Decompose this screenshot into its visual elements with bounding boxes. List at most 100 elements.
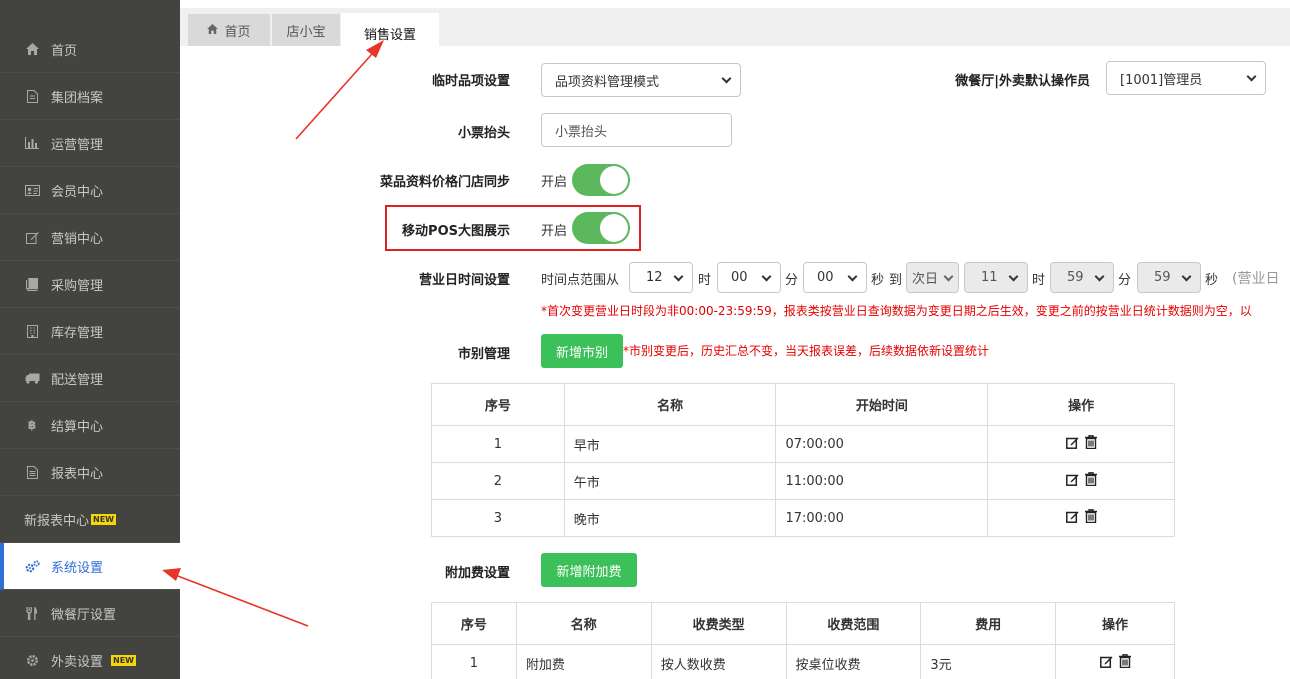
arrow-to-system-settings <box>162 568 309 627</box>
column-header: 开始时间 <box>775 383 989 426</box>
chevron-down-icon <box>761 271 772 282</box>
business-day-note: *首次变更营业日时段为非00:00-23:59:59，报表类按营业日查询数据为变… <box>541 304 1252 318</box>
truck-icon <box>24 371 40 385</box>
trash-icon[interactable] <box>1084 435 1097 450</box>
sidebar-item-label: 首页 <box>51 43 78 59</box>
chevron-down-icon <box>1181 271 1192 282</box>
sidebar-item-label: 会员中心 <box>51 184 104 200</box>
chevron-down-icon <box>673 271 684 282</box>
sidebar-item-inventory[interactable]: 库存管理 <box>0 308 180 355</box>
edit-icon[interactable] <box>1065 510 1079 523</box>
tab-home[interactable]: 首页 <box>188 14 270 46</box>
annotation-arrows <box>162 40 384 627</box>
trash-icon[interactable] <box>1084 472 1097 487</box>
sidebar-item-label: 系统设置 <box>51 560 104 576</box>
business-day-label: 营业日时间设置 <box>418 273 510 288</box>
cog-icon <box>24 653 40 667</box>
sidebar-item-home[interactable]: 首页 <box>0 26 180 73</box>
chevron-down-icon <box>847 271 858 282</box>
column-header: 名称 <box>563 383 777 426</box>
sidebar-item-micro-restaurant[interactable]: 微餐厅设置 <box>0 590 180 637</box>
bitcoin-icon: ฿ <box>27 418 37 432</box>
market-table: 序号 名称 开始时间 操作 1 早市 07:00:00 2 午市 11:00:0… <box>431 383 1175 537</box>
table-row: 3 晚市 17:00:00 <box>431 499 1175 537</box>
column-header: 收费类型 <box>650 602 787 645</box>
sidebar-item-label: 营销中心 <box>51 231 104 247</box>
receipt-header-input[interactable]: 小票抬头 <box>541 113 732 147</box>
cogs-icon <box>24 559 40 573</box>
highlight-box <box>385 205 641 251</box>
edit-icon <box>24 230 40 244</box>
file-icon <box>24 89 40 103</box>
column-header: 序号 <box>431 383 565 426</box>
book-icon <box>24 277 40 291</box>
sidebar-item-new-reports[interactable]: 新报表中心 NEW <box>0 496 180 543</box>
sidebar-item-label: 配送管理 <box>51 372 104 388</box>
sidebar-item-label: 微餐厅设置 <box>51 607 117 623</box>
sidebar-item-system-settings[interactable]: 系统设置 <box>0 543 180 590</box>
new-badge: NEW <box>91 513 116 525</box>
receipt-header-label: 小票抬头 <box>457 126 510 141</box>
table-row: 2 午市 11:00:00 <box>431 462 1175 500</box>
chevron-down-icon <box>721 73 732 84</box>
new-badge: NEW <box>111 654 136 666</box>
micro-operator-label: 微餐厅|外卖默认操作员 <box>955 74 1090 89</box>
start-minute-select[interactable]: 00 <box>717 262 781 293</box>
sidebar-item-takeout-settings[interactable]: 外卖设置 NEW <box>0 637 180 679</box>
sidebar-item-settlement[interactable]: ฿ 结算中心 <box>0 402 180 449</box>
sidebar-item-purchase[interactable]: 采购管理 <box>0 261 180 308</box>
sidebar-item-delivery[interactable]: 配送管理 <box>0 355 180 402</box>
chevron-down-icon <box>943 271 954 282</box>
sidebar-item-label: 集团档案 <box>51 90 104 106</box>
sidebar-item-operations[interactable]: 运营管理 <box>0 120 180 167</box>
end-minute-select[interactable]: 59 <box>1050 262 1114 293</box>
cutlery-icon <box>24 606 40 620</box>
edit-icon[interactable] <box>1065 473 1079 486</box>
sidebar-item-marketing[interactable]: 营销中心 <box>0 214 180 261</box>
next-day-select: 次日 <box>906 262 959 293</box>
bar-chart-icon <box>24 136 40 150</box>
edit-icon[interactable] <box>1065 436 1079 449</box>
chevron-down-icon <box>1246 71 1257 82</box>
surcharge-label: 附加费设置 <box>444 566 510 581</box>
sidebar-item-label: 报表中心 <box>51 466 104 482</box>
building-icon <box>24 324 40 338</box>
price-sync-state: 开启 <box>541 175 568 190</box>
micro-operator-select[interactable]: [1001]管理员 <box>1106 61 1266 95</box>
column-header: 序号 <box>431 602 517 645</box>
column-header: 名称 <box>515 602 652 645</box>
sidebar-item-reports[interactable]: 报表中心 <box>0 449 180 496</box>
table-row: 1 早市 07:00:00 <box>431 425 1175 463</box>
column-header: 费用 <box>920 602 1057 645</box>
chevron-down-icon <box>1094 271 1105 282</box>
start-hour-select[interactable]: 12 <box>629 262 693 293</box>
home-icon <box>207 23 219 37</box>
add-market-button[interactable]: 新增市别 <box>541 334 623 368</box>
surcharge-table: 序号 名称 收费类型 收费范围 费用 操作 1 附加费 按人数收费 按桌位收费 … <box>431 602 1175 679</box>
price-sync-toggle[interactable] <box>572 164 630 196</box>
id-card-icon <box>24 183 40 197</box>
sidebar-item-label: 新报表中心 <box>24 513 90 529</box>
sidebar-item-group-archive[interactable]: 集团档案 <box>0 73 180 120</box>
sidebar-item-label: 结算中心 <box>51 419 104 435</box>
trash-icon[interactable] <box>1084 509 1097 524</box>
market-note: *市别变更后，历史汇总不变，当天报表误差，后续数据依新设置统计 <box>623 344 990 358</box>
temp-item-select[interactable]: 品项资料管理模式 <box>541 63 741 97</box>
end-second-select[interactable]: 59 <box>1137 262 1201 293</box>
price-sync-label: 菜品资料价格门店同步 <box>379 175 510 190</box>
end-hour-select[interactable]: 11 <box>964 262 1028 293</box>
trash-icon[interactable] <box>1118 654 1131 669</box>
add-surcharge-button[interactable]: 新增附加费 <box>541 553 637 587</box>
tab-bar: 首页 店小宝 销售设置 <box>180 0 1290 54</box>
market-label: 市别管理 <box>457 347 510 362</box>
start-second-select[interactable]: 00 <box>803 262 867 293</box>
table-row: 1 附加费 按人数收费 按桌位收费 3元 <box>431 644 1175 679</box>
column-header: 操作 <box>987 383 1175 426</box>
sidebar-item-label: 库存管理 <box>51 325 104 341</box>
chevron-down-icon <box>1008 271 1019 282</box>
tab-sales-settings[interactable]: 销售设置 <box>341 13 439 54</box>
edit-icon[interactable] <box>1099 655 1113 668</box>
tab-dianxiaobao[interactable]: 店小宝 <box>272 14 340 46</box>
temp-item-label: 临时品项设置 <box>431 74 510 89</box>
sidebar-item-member[interactable]: 会员中心 <box>0 167 180 214</box>
